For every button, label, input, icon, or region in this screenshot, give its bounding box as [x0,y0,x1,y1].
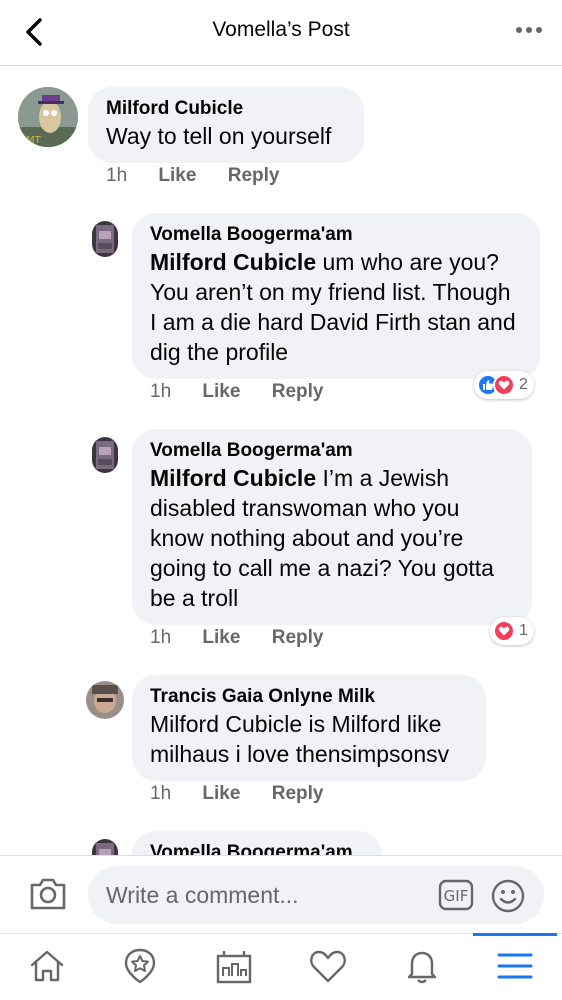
avatar[interactable] [86,681,124,719]
marketplace-icon[interactable] [120,946,160,986]
comment-composer: Write a comment... GIF [0,855,562,933]
pages-icon[interactable] [214,946,254,986]
comment-text: Milford Cubicle is Milford like milhaus … [150,711,450,767]
comment-author[interactable]: Vomella Boogerma'am [150,841,364,855]
comment-text: Milford Cubicle um who are you? You aren… [150,247,522,367]
camera-icon[interactable] [28,876,68,912]
comment-input[interactable]: Write a comment... GIF [88,866,544,924]
comment-bubble[interactable]: Trancis Gaia Onlyne Milk Milford Cubicle… [132,675,486,781]
comment-bubble[interactable]: Vomella Boogerma'am [132,831,382,855]
reply-button[interactable]: Reply [228,165,280,187]
like-button[interactable]: Like [202,381,240,403]
love-reaction-icon [493,620,515,642]
emoji-icon[interactable] [490,878,526,914]
reaction-count: 1 [519,622,528,639]
svg-text:MT: MT [26,135,42,146]
like-button[interactable]: Like [202,627,240,649]
comment-time: 1h [106,165,128,186]
notifications-bell-icon[interactable] [402,946,442,986]
reply-button[interactable]: Reply [272,381,324,403]
comment-actions: 1h Like Reply [150,783,349,805]
comment-time: 1h [150,381,172,402]
comment-author[interactable]: Vomella Boogerma'am [150,223,522,247]
reaction-count: 2 [519,376,528,393]
like-button[interactable]: Like [158,165,196,187]
reply-button[interactable]: Reply [272,627,324,649]
mention-link[interactable]: Milford Cubicle [150,249,316,275]
more-dots-icon[interactable] [514,22,544,38]
home-icon[interactable] [27,946,67,986]
comment-author[interactable]: Vomella Boogerma'am [150,439,514,463]
bottom-nav [0,933,562,1000]
gif-label: GIF [444,887,469,905]
comment-actions: 1h Like Reply [150,381,349,403]
menu-icon[interactable] [495,946,535,986]
comment-author[interactable]: Milford Cubicle [106,97,346,121]
comment-bubble[interactable]: Vomella Boogerma'am Milford Cubicle I’m … [132,429,532,625]
dating-heart-icon[interactable] [308,946,348,986]
comment-time: 1h [150,627,172,648]
gif-icon[interactable]: GIF [438,878,474,912]
avatar[interactable]: MT [18,87,78,147]
comment-time: 1h [150,783,172,804]
comment-author[interactable]: Trancis Gaia Onlyne Milk [150,685,468,709]
active-tab-indicator [473,933,557,936]
comment-bubble[interactable]: Milford Cubicle Way to tell on yourself [88,87,364,163]
avatar[interactable] [92,437,118,473]
page-title: Vomella’s Post [212,18,350,41]
reply-button[interactable]: Reply [272,783,324,805]
reaction-summary[interactable]: 2 [474,371,534,399]
comment-text: Way to tell on yourself [106,123,332,149]
mention-link[interactable]: Milford Cubicle [150,465,316,491]
comment-text: Milford Cubicle I’m a Jewish disabled tr… [150,463,514,613]
comment-placeholder: Write a comment... [106,882,299,908]
reaction-summary[interactable]: 1 [490,617,534,645]
avatar[interactable] [92,839,118,855]
like-button[interactable]: Like [202,783,240,805]
love-reaction-icon [493,374,515,396]
comment-actions: 1h Like Reply [150,627,349,649]
comment-actions: 1h Like Reply [106,165,305,187]
post-header: Vomella’s Post [0,0,562,66]
avatar[interactable] [92,221,118,257]
comment-bubble[interactable]: Vomella Boogerma'am Milford Cubicle um w… [132,213,540,379]
comment-thread[interactable]: MT Milford Cubicle Way to tell on yourse… [0,67,562,855]
